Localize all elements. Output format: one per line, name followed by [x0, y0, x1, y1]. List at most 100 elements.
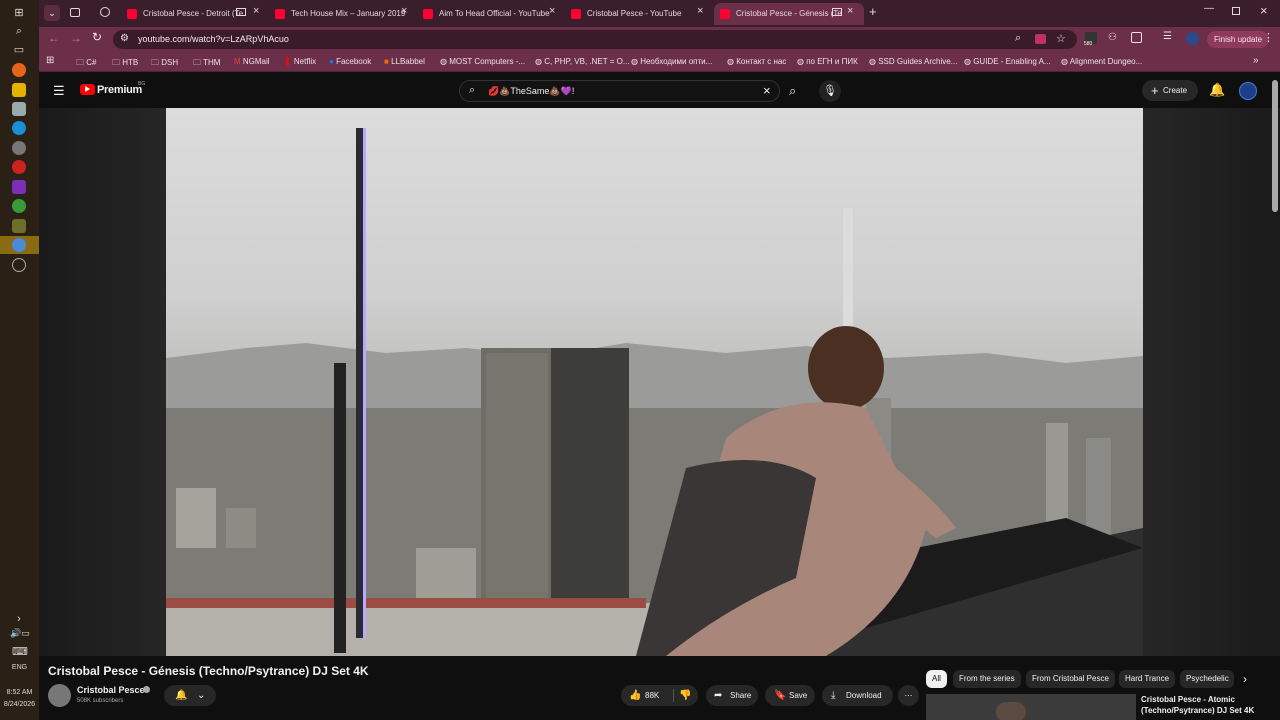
- onenote-app-icon[interactable]: [12, 180, 26, 194]
- dislike-icon[interactable]: 👎: [679, 685, 691, 706]
- download-button[interactable]: ⤓ Download: [822, 685, 893, 706]
- tab-search-dropdown-icon[interactable]: ⌄: [44, 5, 60, 21]
- url-text[interactable]: youtube.com/watch?v=LzARpVhAcuo: [138, 34, 289, 44]
- opera-app-icon[interactable]: [12, 160, 26, 174]
- bookmark-facebook[interactable]: ● Facebook: [329, 57, 371, 66]
- reload-icon[interactable]: ↻: [92, 30, 102, 44]
- minimize-window-icon[interactable]: —: [1204, 3, 1214, 14]
- like-icon[interactable]: 👍: [629, 685, 641, 706]
- channel-name[interactable]: Cristobal Pesce: [77, 685, 145, 695]
- volume-network-icons[interactable]: 🔊▭: [6, 626, 34, 640]
- file-explorer-app-icon[interactable]: [12, 83, 26, 97]
- close-window-icon[interactable]: ×: [1260, 3, 1268, 18]
- chrome-app-icon[interactable]: [12, 199, 26, 213]
- tab-audio-icon[interactable]: [236, 8, 246, 16]
- chip-from-cristobal-pesce[interactable]: From Cristobal Pesce: [1026, 670, 1115, 688]
- create-button[interactable]: + Create: [1142, 80, 1198, 101]
- bookmark-llbabbel[interactable]: ■ LLBabbel: [384, 57, 425, 66]
- browser-menu-icon[interactable]: ⋮: [1263, 31, 1274, 44]
- more-bookmarks-icon[interactable]: »: [1253, 55, 1259, 66]
- bookmark-folder-thm[interactable]: 🗀 THM: [193, 57, 220, 71]
- notes-app-icon[interactable]: [12, 219, 26, 233]
- media-controls-icon[interactable]: ☰: [1163, 31, 1172, 42]
- bookmark-most-computers[interactable]: ◍ MOST Computers -...: [440, 57, 525, 66]
- firefox-app-icon[interactable]: [12, 63, 26, 77]
- bookmark-egn[interactable]: ◍ по ЕГН и ПИК: [797, 57, 858, 66]
- cast-icon[interactable]: [1035, 34, 1046, 44]
- subscribed-notifications-button[interactable]: 🔔 ⌄: [164, 685, 216, 706]
- chip-from-the-series[interactable]: From the series: [953, 670, 1021, 688]
- share-button[interactable]: ➦ Share: [706, 685, 758, 706]
- tab-icon-1[interactable]: [70, 8, 80, 17]
- close-tab-5-icon[interactable]: ×: [847, 5, 853, 17]
- extensions-puzzle-icon[interactable]: [1131, 32, 1142, 43]
- search-box[interactable]: ⌕ 💋💩TheSame💩💜! ×: [459, 80, 780, 102]
- more-actions-button[interactable]: ⋯: [898, 685, 919, 706]
- notifications-bell-icon[interactable]: 🔔: [1209, 82, 1225, 98]
- zoom-icon[interactable]: ⌕: [1015, 32, 1021, 45]
- site-info-icon[interactable]: ⚙: [120, 33, 129, 44]
- bookmark-folder-dsh[interactable]: 🗀 DSH: [151, 57, 178, 71]
- language-indicator[interactable]: ENG: [0, 664, 39, 671]
- recommendation-title-line-2[interactable]: (Techno/Psytrance) DJ Set 4K: [1141, 706, 1254, 715]
- channel-avatar[interactable]: [48, 684, 71, 707]
- tab-audio-icon[interactable]: [832, 8, 842, 16]
- forward-arrow-icon[interactable]: →: [70, 31, 82, 45]
- search-button[interactable]: ⌕: [781, 80, 809, 102]
- clock-date[interactable]: 8/24/2026: [0, 701, 39, 708]
- video-player[interactable]: [166, 108, 1143, 656]
- search-icon[interactable]: ⌕: [12, 24, 26, 38]
- microphone-icon[interactable]: 🎙: [819, 80, 841, 102]
- chip-hard-trance[interactable]: Hard Trance: [1119, 670, 1176, 688]
- save-button[interactable]: 🔖 Save: [765, 685, 815, 706]
- close-tab-2-icon[interactable]: ×: [401, 5, 407, 17]
- settings-app-icon[interactable]: [12, 141, 26, 155]
- chip-all[interactable]: All: [926, 670, 947, 688]
- chips-next-chevron-icon[interactable]: ›: [1243, 672, 1247, 686]
- photos-app-icon[interactable]: [12, 102, 26, 116]
- bookmark-ssd-guides[interactable]: ◍ SSD Guides Archive...: [869, 57, 957, 66]
- bookmark-netflix[interactable]: ▌ Netflix: [286, 57, 316, 66]
- clock-app-icon[interactable]: [12, 258, 26, 272]
- bookmark-folder-htb[interactable]: 🗀 HTB: [112, 57, 138, 71]
- like-count[interactable]: 88K: [645, 685, 659, 706]
- chip-psychedelic[interactable]: Psychedelic: [1180, 670, 1234, 688]
- tab-4[interactable]: Cristobal Pesce - YouTube: [565, 3, 699, 25]
- bookmark-guide-enabling[interactable]: ◍ GUIDE - Enabling A...: [964, 57, 1051, 66]
- profile-avatar-icon[interactable]: [1186, 32, 1199, 45]
- task-view-icon[interactable]: ▭: [12, 43, 26, 57]
- close-tab-1-icon[interactable]: ×: [253, 5, 259, 17]
- clock-time[interactable]: 8:52 AM: [0, 689, 39, 696]
- maximize-window-icon[interactable]: [1232, 7, 1240, 15]
- extension-2-icon[interactable]: ⚇: [1108, 32, 1117, 43]
- tab-icon-2[interactable]: [100, 7, 110, 17]
- bookmark-kontakt[interactable]: ◍ Контакт с нас: [727, 57, 786, 66]
- clear-search-icon[interactable]: ×: [763, 83, 771, 98]
- bookmark-folder-csharp[interactable]: 🗀 C#: [76, 57, 96, 71]
- edge-app-icon[interactable]: [12, 121, 26, 135]
- recommendation-title-line-1[interactable]: Cristobal Pesce - Atomic: [1141, 695, 1235, 704]
- bookmark-star-icon[interactable]: ☆: [1056, 32, 1066, 45]
- apps-grid-icon[interactable]: ⊞: [46, 55, 54, 66]
- finish-update-button[interactable]: Finish update: [1207, 31, 1270, 48]
- search-input[interactable]: 💋💩TheSame💩💜!: [488, 86, 574, 97]
- youtube-logo-icon[interactable]: [80, 84, 95, 95]
- back-arrow-icon[interactable]: ←: [48, 31, 60, 45]
- bookmark-neobhodimi[interactable]: ◍ Необходими опти...: [631, 57, 712, 66]
- recommendation-thumbnail[interactable]: [926, 694, 1136, 720]
- tab-3[interactable]: Aim To Head Official - YouTube: [417, 3, 561, 25]
- hamburger-menu-icon[interactable]: ☰: [53, 83, 65, 99]
- account-avatar[interactable]: [1239, 82, 1257, 100]
- bookmark-alignment[interactable]: ◍ Alignment Dungeo...: [1061, 57, 1142, 66]
- close-tab-3-icon[interactable]: ×: [549, 5, 555, 17]
- windows-start-icon[interactable]: ⊞: [12, 6, 26, 20]
- bookmark-c-php[interactable]: ◍ C, PHP, VB, .NET = O...: [535, 57, 630, 66]
- tab-2[interactable]: Tech House Mix – January 2019: [269, 3, 409, 25]
- new-tab-icon[interactable]: +: [869, 4, 877, 19]
- keyboard-icon[interactable]: ⌨: [12, 645, 28, 659]
- omnibox[interactable]: ⚙ youtube.com/watch?v=LzARpVhAcuo ⌕ ☆: [113, 30, 1077, 49]
- bookmark-ngmail[interactable]: M NGMail: [234, 57, 270, 66]
- youtube-premium-wordmark[interactable]: Premium: [97, 84, 142, 96]
- close-tab-4-icon[interactable]: ×: [697, 5, 703, 17]
- chevron-right-icon[interactable]: ›: [12, 612, 26, 626]
